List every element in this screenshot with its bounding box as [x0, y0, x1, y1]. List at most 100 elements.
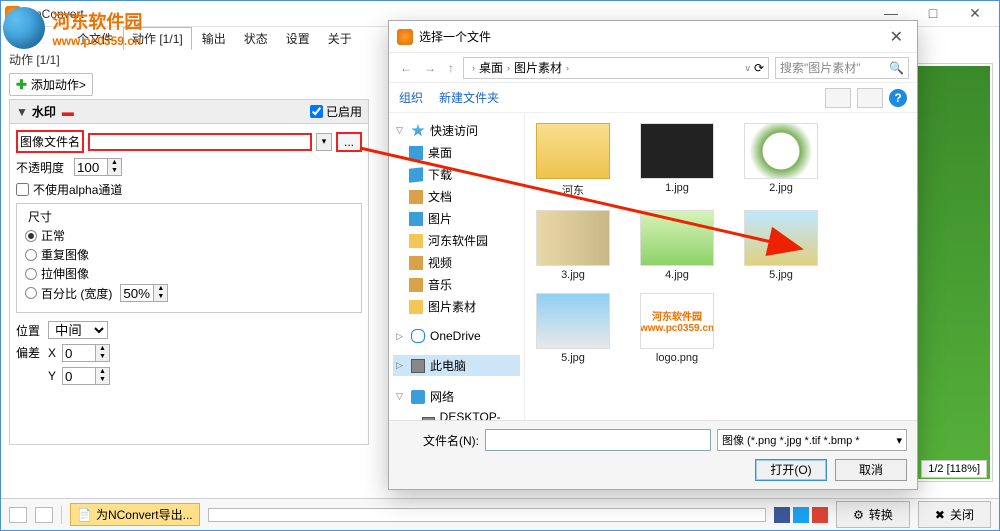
- file-item-4[interactable]: 4.jpg: [637, 210, 717, 281]
- tab-settings[interactable]: 设置: [278, 28, 318, 49]
- documents-icon: [409, 190, 423, 204]
- twitter-icon[interactable]: [793, 507, 809, 523]
- sidebar-video[interactable]: 视频: [428, 254, 452, 271]
- dialog-title: 选择一个文件: [419, 28, 491, 45]
- cancel-button[interactable]: 取消: [835, 459, 907, 481]
- browse-button[interactable]: ...: [336, 132, 362, 152]
- refresh-icon[interactable]: ⟳: [754, 61, 764, 75]
- sidebar-desktop[interactable]: 桌面: [428, 144, 452, 161]
- preview-counter: 1/2 [118%]: [921, 460, 987, 478]
- offset-x-spinner[interactable]: ▲▼: [62, 344, 110, 362]
- folder-icon: [409, 234, 423, 248]
- dialog-sidebar: ▽快速访问 桌面 下载 文档 图片 河东软件园 视频 音乐 图片素材 ▷OneD…: [389, 113, 525, 420]
- folder-icon: [409, 300, 423, 314]
- file-item-1[interactable]: 1.jpg: [637, 123, 717, 198]
- tab-status[interactable]: 状态: [236, 28, 276, 49]
- search-input[interactable]: 搜索"图片素材" 🔍: [775, 57, 909, 79]
- close-app-button[interactable]: ✖ 关闭: [918, 501, 991, 528]
- view-mode-button[interactable]: [825, 88, 851, 108]
- offset-label: 偏差: [16, 344, 44, 361]
- downloads-icon: [409, 167, 423, 182]
- music-icon: [409, 278, 423, 292]
- window-title: XnConvert: [27, 7, 877, 21]
- thispc-icon: [411, 359, 425, 373]
- dialog-icon: [397, 29, 413, 45]
- convert-button[interactable]: ⚙ 转换: [836, 501, 910, 528]
- file-item-logo[interactable]: 河东软件园 www.pc0359.cnlogo.png: [637, 293, 717, 364]
- remove-action-icon[interactable]: ▬: [62, 105, 74, 119]
- opacity-label: 不透明度: [16, 159, 70, 176]
- sidebar-onedrive[interactable]: OneDrive: [430, 329, 481, 343]
- script-icon: 📄: [77, 508, 92, 522]
- filename-dropdown-icon[interactable]: ▾: [316, 133, 332, 151]
- pictures-icon: [409, 212, 423, 226]
- path-dropdown-icon[interactable]: v: [745, 63, 750, 73]
- filename-field-label: 文件名(N):: [399, 432, 479, 449]
- size-legend: 尺寸: [25, 208, 55, 225]
- sidebar-thispc[interactable]: 此电脑: [430, 357, 466, 374]
- action-title: 水印: [32, 103, 56, 120]
- close-button[interactable]: ✕: [961, 5, 989, 22]
- file-item-folder[interactable]: 河东: [533, 123, 613, 198]
- sidebar-quick-access[interactable]: 快速访问: [430, 122, 478, 139]
- offset-y-spinner[interactable]: ▲▼: [62, 367, 110, 385]
- search-icon: 🔍: [889, 61, 904, 75]
- breadcrumb[interactable]: › 桌面 › 图片素材 › v ⟳: [463, 57, 769, 79]
- no-alpha-checkbox[interactable]: [16, 183, 29, 196]
- sidebar-hedong[interactable]: 河东软件园: [428, 232, 488, 249]
- collapse-icon[interactable]: ▼: [16, 105, 28, 119]
- sidebar-network[interactable]: 网络: [430, 388, 454, 405]
- add-action-button[interactable]: ✚ 添加动作>: [9, 73, 93, 96]
- nconvert-export-button[interactable]: 📄 为NConvert导出...: [70, 503, 200, 526]
- sidebar-documents[interactable]: 文档: [428, 188, 452, 205]
- new-folder-button[interactable]: 新建文件夹: [439, 89, 499, 106]
- filename-input[interactable]: [88, 133, 312, 151]
- radio-stretch[interactable]: [25, 268, 37, 280]
- view-list-button[interactable]: [857, 88, 883, 108]
- plus-icon: ✚: [16, 77, 27, 93]
- opacity-spinner[interactable]: ▲▼: [74, 158, 122, 176]
- quick-access-icon: [411, 124, 425, 138]
- filetype-filter[interactable]: 图像 (*.png *.jpg *.tif *.bmp *▾: [717, 429, 907, 451]
- nav-back-icon[interactable]: ←: [397, 61, 415, 75]
- maximize-button[interactable]: □: [919, 5, 947, 22]
- radio-tile[interactable]: [25, 249, 37, 261]
- nav-up-icon[interactable]: ↑: [445, 61, 457, 75]
- googleplus-icon[interactable]: [812, 507, 828, 523]
- radio-percent[interactable]: [25, 287, 37, 299]
- position-label: 位置: [16, 322, 44, 339]
- file-open-dialog: 选择一个文件 ✕ ← → ↑ › 桌面 › 图片素材 › v ⟳ 搜索"图片素材…: [388, 20, 918, 490]
- open-button[interactable]: 打开(O): [755, 459, 827, 481]
- position-select[interactable]: 中间: [48, 321, 108, 339]
- sidebar-pictures[interactable]: 图片: [428, 210, 452, 227]
- network-icon: [411, 390, 425, 404]
- filename-label: 图像文件名: [16, 130, 84, 153]
- radio-normal[interactable]: [25, 230, 37, 242]
- dialog-close-button[interactable]: ✕: [884, 27, 909, 47]
- desktop-icon: [409, 146, 423, 160]
- progress-bar: [208, 508, 767, 522]
- gear-icon: ⚙: [853, 508, 864, 522]
- help-icon[interactable]: ?: [889, 89, 907, 107]
- status-box-1[interactable]: [9, 507, 27, 523]
- file-grid: 河东 1.jpg 2.jpg 3.jpg 4.jpg 5.jpg 5.jpg 河…: [525, 113, 917, 420]
- sidebar-desktop7[interactable]: DESKTOP-7FTC: [440, 410, 517, 420]
- sidebar-downloads[interactable]: 下载: [428, 166, 452, 183]
- onedrive-icon: [411, 329, 425, 343]
- percent-spinner[interactable]: ▲▼: [120, 284, 168, 302]
- tab-output[interactable]: 输出: [194, 28, 234, 49]
- sidebar-music[interactable]: 音乐: [428, 276, 452, 293]
- site-watermark: 河东软件园 www.pc0359.cn: [3, 7, 142, 49]
- nav-fwd-icon[interactable]: →: [421, 61, 439, 75]
- organize-menu[interactable]: 组织: [399, 89, 423, 106]
- file-item-2[interactable]: 2.jpg: [741, 123, 821, 198]
- enabled-checkbox[interactable]: [310, 105, 323, 118]
- filename-field[interactable]: [485, 429, 711, 451]
- sidebar-picmat[interactable]: 图片素材: [428, 298, 476, 315]
- file-item-5[interactable]: 5.jpg: [741, 210, 821, 281]
- tab-about[interactable]: 关于: [320, 28, 360, 49]
- facebook-icon[interactable]: [774, 507, 790, 523]
- file-item-6[interactable]: 5.jpg: [533, 293, 613, 364]
- status-box-2[interactable]: [35, 507, 53, 523]
- file-item-3[interactable]: 3.jpg: [533, 210, 613, 281]
